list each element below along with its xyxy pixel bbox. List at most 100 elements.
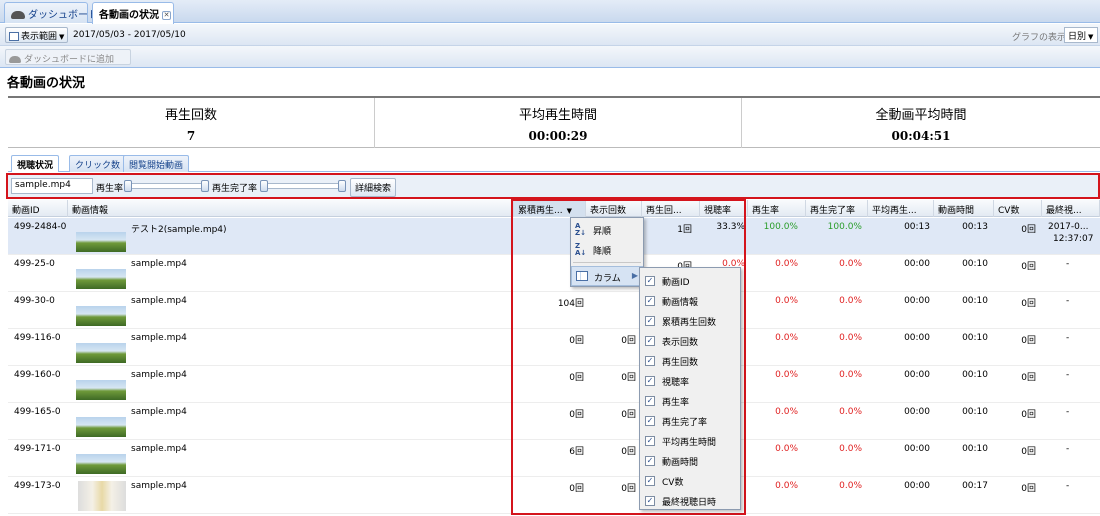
checkbox-checked-icon[interactable]: ✓ bbox=[645, 356, 655, 366]
cell-last-viewed: - bbox=[1066, 296, 1070, 306]
add-dashboard-button[interactable]: ダッシュボードに追加 bbox=[5, 49, 131, 65]
chevron-down-icon: ▼ bbox=[1088, 33, 1094, 41]
column-toggle-label: 累積再生回数 bbox=[662, 318, 717, 328]
cell-last-viewed: - bbox=[1066, 407, 1070, 417]
col-avg-play-time[interactable]: 平均再生... bbox=[868, 200, 934, 217]
checkbox-checked-icon[interactable]: ✓ bbox=[645, 336, 655, 346]
column-toggle-item[interactable]: ✓ 表示回数 bbox=[640, 331, 740, 351]
cell-play-rate: 0.0% bbox=[775, 444, 798, 454]
action-toolbar bbox=[0, 46, 1100, 68]
sort-desc-icon: Z A↓ bbox=[575, 242, 587, 257]
column-toggle-item[interactable]: ✓ 動画時間 bbox=[640, 451, 740, 471]
add-dashboard-label: ダッシュボードに追加 bbox=[24, 55, 115, 65]
cell-video-id: 499-160-0 bbox=[14, 370, 61, 380]
cell-video-title: sample.mp4 bbox=[131, 407, 187, 417]
checkbox-checked-icon[interactable]: ✓ bbox=[645, 316, 655, 326]
divider bbox=[573, 262, 641, 263]
column-toggle-item[interactable]: ✓ 再生完了率 bbox=[640, 411, 740, 431]
column-toggle-item[interactable]: ✓ 累積再生回数 bbox=[640, 311, 740, 331]
col-complete-rate[interactable]: 再生完了率 bbox=[806, 200, 868, 217]
cell-video-title: sample.mp4 bbox=[131, 259, 187, 269]
column-toggle-label: 再生率 bbox=[662, 398, 690, 408]
checkbox-checked-icon[interactable]: ✓ bbox=[645, 436, 655, 446]
checkbox-checked-icon[interactable]: ✓ bbox=[645, 496, 655, 506]
column-toggle-label: 動画時間 bbox=[662, 458, 699, 468]
columns-menu-item[interactable]: カラム ▶ bbox=[571, 266, 643, 286]
cell-cv: 0回 bbox=[1021, 262, 1036, 272]
range-button[interactable]: 表示範囲 ▼ bbox=[5, 27, 69, 43]
cell-video-id: 499-165-0 bbox=[14, 407, 61, 417]
column-toggle-label: 動画情報 bbox=[662, 298, 699, 308]
col-play-rate[interactable]: 再生率 bbox=[748, 200, 806, 217]
cell-avg-play-time: 00:00 bbox=[904, 296, 930, 306]
cell-complete-rate: 0.0% bbox=[839, 370, 862, 380]
chevron-down-icon: ▼ bbox=[59, 33, 65, 41]
cell-complete-rate: 0.0% bbox=[839, 296, 862, 306]
chevron-right-icon: ▶ bbox=[631, 271, 638, 280]
cell-avg-play-time: 00:00 bbox=[904, 407, 930, 417]
column-toggle-item[interactable]: ✓ 動画情報 bbox=[640, 291, 740, 311]
summary-value: 7 bbox=[186, 129, 196, 143]
cell-video-title: sample.mp4 bbox=[131, 296, 187, 306]
subtab-start-video[interactable]: 閲覧開始動画 bbox=[123, 155, 190, 172]
range-button-label: 表示範囲 bbox=[21, 32, 58, 42]
col-last-viewed[interactable]: 最終視... bbox=[1042, 200, 1100, 217]
cell-video-id: 499-30-0 bbox=[14, 296, 55, 306]
checkbox-checked-icon[interactable]: ✓ bbox=[645, 396, 655, 406]
column-toggle-label: 再生完了率 bbox=[662, 418, 708, 428]
cell-video-id: 499-25-0 bbox=[14, 259, 55, 269]
checkbox-checked-icon[interactable]: ✓ bbox=[645, 276, 655, 286]
column-toggle-item[interactable]: ✓ 視聴率 bbox=[640, 371, 740, 391]
checkbox-checked-icon[interactable]: ✓ bbox=[645, 416, 655, 426]
video-thumbnail bbox=[76, 269, 126, 289]
tab-video-status-label: 各動画の状況 bbox=[99, 10, 159, 21]
cell-last-viewed: - bbox=[1066, 444, 1070, 454]
column-chooser-menu: ✓ 動画ID ✓ 動画情報 ✓ 累積再生回数 ✓ 表示回数 ✓ 再生回数 ✓ 視聴率 ✓ 再生率 ✓ 再生完了… bbox=[639, 267, 741, 510]
column-toggle-item[interactable]: ✓ 動画ID bbox=[640, 271, 740, 291]
cell-last-viewed-time: 12:37:07 bbox=[1053, 234, 1094, 244]
cell-cv: 0回 bbox=[1021, 410, 1036, 420]
video-thumbnail bbox=[78, 481, 126, 511]
column-toggle-item[interactable]: ✓ 再生回数 bbox=[640, 351, 740, 371]
column-toggle-label: 視聴率 bbox=[662, 378, 690, 388]
range-value: 2017/05/03 - 2017/05/10 bbox=[73, 30, 186, 40]
sort-asc-item[interactable]: A Z↓ 昇順 bbox=[571, 220, 643, 240]
checkbox-checked-icon[interactable]: ✓ bbox=[645, 376, 655, 386]
graph-display-label: グラフの表示 bbox=[1012, 33, 1067, 43]
column-toggle-label: 再生回数 bbox=[662, 358, 699, 368]
tab-dashboard[interactable]: ダッシュボード bbox=[4, 2, 98, 23]
cell-last-viewed: - bbox=[1066, 333, 1070, 343]
cell-video-title: sample.mp4 bbox=[131, 481, 187, 491]
tab-video-status[interactable]: 各動画の状況 ✕ bbox=[92, 2, 174, 24]
cell-last-viewed: - bbox=[1066, 370, 1070, 380]
cell-cv: 0回 bbox=[1021, 484, 1036, 494]
video-thumbnail bbox=[76, 380, 126, 400]
cell-complete-rate: 0.0% bbox=[839, 481, 862, 491]
subtab-viewing-status[interactable]: 視聴状況 bbox=[11, 155, 60, 172]
column-toggle-item[interactable]: ✓ 再生率 bbox=[640, 391, 740, 411]
column-toggle-item[interactable]: ✓ 最終視聴日時 bbox=[640, 491, 740, 511]
cell-complete-rate: 0.0% bbox=[839, 444, 862, 454]
sort-desc-item[interactable]: Z A↓ 降順 bbox=[571, 240, 643, 260]
cell-video-id: 499-173-0 bbox=[14, 481, 61, 491]
sort-desc-label: 降順 bbox=[593, 247, 612, 257]
page-title: 各動画の状況 bbox=[7, 76, 86, 91]
cell-cv: 0回 bbox=[1021, 373, 1036, 383]
summary-play-count: 再生回数 7 bbox=[8, 98, 374, 148]
checkbox-checked-icon[interactable]: ✓ bbox=[645, 456, 655, 466]
subtab-clicks[interactable]: クリック数 bbox=[69, 155, 127, 172]
col-duration[interactable]: 動画時間 bbox=[934, 200, 994, 217]
columns-icon bbox=[576, 271, 588, 281]
column-toggle-item[interactable]: ✓ 平均再生時間 bbox=[640, 431, 740, 451]
cloud-icon bbox=[11, 11, 25, 19]
column-toggle-item[interactable]: ✓ CV数 bbox=[640, 471, 740, 491]
graph-display-select[interactable]: 日別 ▼ bbox=[1064, 27, 1098, 43]
checkbox-checked-icon[interactable]: ✓ bbox=[645, 296, 655, 306]
checkbox-checked-icon[interactable]: ✓ bbox=[645, 476, 655, 486]
columns-menu-label: カラム bbox=[594, 274, 621, 284]
col-video-id[interactable]: 動画ID bbox=[8, 200, 68, 217]
col-cv[interactable]: CV数 bbox=[994, 200, 1042, 217]
calendar-icon bbox=[9, 32, 19, 41]
close-icon[interactable]: ✕ bbox=[162, 10, 171, 20]
col-video-info[interactable]: 動画情報 bbox=[68, 200, 514, 217]
